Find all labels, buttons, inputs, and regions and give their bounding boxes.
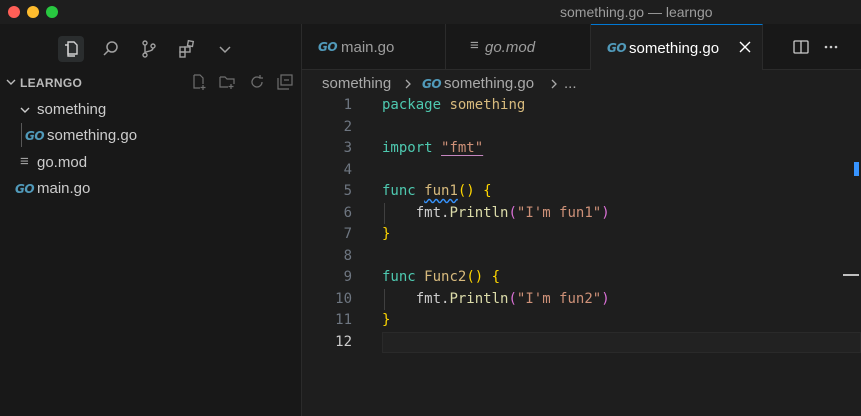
keyword: func xyxy=(382,183,416,199)
gomod-file-icon: ≡ xyxy=(20,153,29,170)
package-name: something xyxy=(449,97,526,113)
code-line: 8 xyxy=(302,246,861,268)
code-line: 10 fmt.Println("I'm fun2") xyxy=(302,289,861,311)
string-literal: "I'm fun2" xyxy=(516,290,602,307)
explorer-header[interactable]: LEARNGO xyxy=(0,72,302,94)
string-literal: "I'm fun1" xyxy=(516,204,602,221)
scrollbar-thumb[interactable] xyxy=(843,274,859,276)
code-line: 6 fmt.Println("I'm fun1") xyxy=(302,203,861,225)
line-number: 7 xyxy=(343,226,352,242)
minimize-window-button[interactable] xyxy=(27,6,39,18)
go-file-icon: GO xyxy=(25,129,45,143)
code-line: 5 func fun1() { xyxy=(302,181,861,203)
tab-label: something.go xyxy=(629,40,720,57)
line-number: 9 xyxy=(343,269,352,285)
keyword: package xyxy=(382,97,442,113)
split-editor-icon[interactable] xyxy=(792,38,810,56)
chevron-down-icon xyxy=(6,79,16,85)
tree-folder-something[interactable]: something xyxy=(0,97,302,121)
code-line: 9 func Func2() { xyxy=(302,267,861,289)
code-line: 2 xyxy=(302,117,861,139)
search-icon[interactable] xyxy=(98,36,124,62)
function-name: fun1 xyxy=(424,183,458,199)
more-actions-icon[interactable] xyxy=(822,38,840,56)
tab-label: main.go xyxy=(341,39,395,56)
activity-bar xyxy=(0,24,302,74)
function-name: Func2 xyxy=(424,269,467,285)
code-editor[interactable]: 1 package something 2 3 import "fmt" 4 5… xyxy=(302,95,861,416)
tab-go-mod[interactable]: ≡ go.mod xyxy=(446,24,591,70)
tree-file-something-go[interactable]: GO something.go xyxy=(0,123,302,147)
chevron-right-icon xyxy=(402,77,414,94)
code-line: 7 } xyxy=(302,224,861,246)
scrollbar-marker[interactable] xyxy=(854,162,859,176)
explorer-title: LEARNGO xyxy=(20,76,83,90)
indent-guide xyxy=(21,123,22,147)
sidebar: LEARNGO something GO something.go ≡ go.m… xyxy=(0,24,302,416)
source-control-icon[interactable] xyxy=(136,36,162,62)
package-ref: fmt xyxy=(415,204,442,221)
tab-something-go[interactable]: GO something.go xyxy=(591,24,763,70)
tree-file-go-mod[interactable]: ≡ go.mod xyxy=(0,150,302,174)
go-file-icon: GO xyxy=(15,182,35,196)
refresh-icon[interactable] xyxy=(248,73,266,91)
tab-label: go.mod xyxy=(485,39,536,56)
explorer-icon[interactable] xyxy=(58,36,84,62)
import-string: "fmt" xyxy=(441,140,484,156)
tree-item-label: go.mod xyxy=(37,154,88,171)
new-file-icon[interactable] xyxy=(190,73,208,91)
go-file-icon: GO xyxy=(318,40,338,54)
line-number: 4 xyxy=(343,161,352,178)
breadcrumb-more[interactable]: ... xyxy=(564,75,577,92)
tab-main-go[interactable]: GO main.go xyxy=(302,24,446,70)
keyword: import xyxy=(382,140,433,156)
breadcrumb-file[interactable]: something.go xyxy=(444,75,534,92)
new-folder-icon[interactable] xyxy=(218,73,236,91)
breadcrumb-folder[interactable]: something xyxy=(322,75,391,92)
tree-item-label: something xyxy=(37,101,107,118)
keyword: func xyxy=(382,269,416,285)
tree-file-main-go[interactable]: GO main.go xyxy=(0,176,302,200)
current-line-highlight xyxy=(382,331,861,353)
code-line: 3 import "fmt" xyxy=(302,138,861,160)
gomod-file-icon: ≡ xyxy=(470,37,479,54)
indent-guide xyxy=(384,203,385,224)
go-file-icon: GO xyxy=(422,77,442,91)
method-name: Println xyxy=(449,290,509,307)
collapse-all-icon[interactable] xyxy=(276,73,294,91)
line-number: 2 xyxy=(343,118,352,135)
code-line: 4 xyxy=(302,160,861,182)
line-number: 1 xyxy=(343,97,352,113)
method-name: Println xyxy=(449,204,509,221)
tree-item-label: main.go xyxy=(37,180,91,197)
line-number: 6 xyxy=(343,204,352,221)
package-ref: fmt xyxy=(415,290,442,307)
indent-guide xyxy=(384,289,385,310)
window-title: something.go — learngo xyxy=(560,4,713,20)
close-window-button[interactable] xyxy=(8,6,20,18)
code-line: 1 package something xyxy=(302,95,861,117)
tab-bar: GO main.go ≡ go.mod GO something.go xyxy=(302,24,861,70)
line-number: 11 xyxy=(335,312,352,328)
code-line: 11 } xyxy=(302,310,861,332)
extensions-icon[interactable] xyxy=(174,36,200,62)
line-number: 12 xyxy=(335,333,352,350)
title-bar: something.go — learngo xyxy=(0,0,861,24)
go-file-icon: GO xyxy=(607,41,627,55)
line-number: 3 xyxy=(343,140,352,156)
chevron-right-icon xyxy=(548,77,560,94)
line-number: 10 xyxy=(335,290,352,307)
close-tab-icon[interactable] xyxy=(736,38,754,56)
line-number: 5 xyxy=(343,183,352,199)
chevron-down-icon xyxy=(20,107,30,113)
maximize-window-button[interactable] xyxy=(46,6,58,18)
chevron-down-icon[interactable] xyxy=(212,36,238,62)
code-line-current: 12 xyxy=(302,331,861,353)
tree-item-label: something.go xyxy=(47,127,138,144)
line-number: 8 xyxy=(343,247,352,264)
breadcrumb: something GO something.go ... xyxy=(302,71,861,95)
